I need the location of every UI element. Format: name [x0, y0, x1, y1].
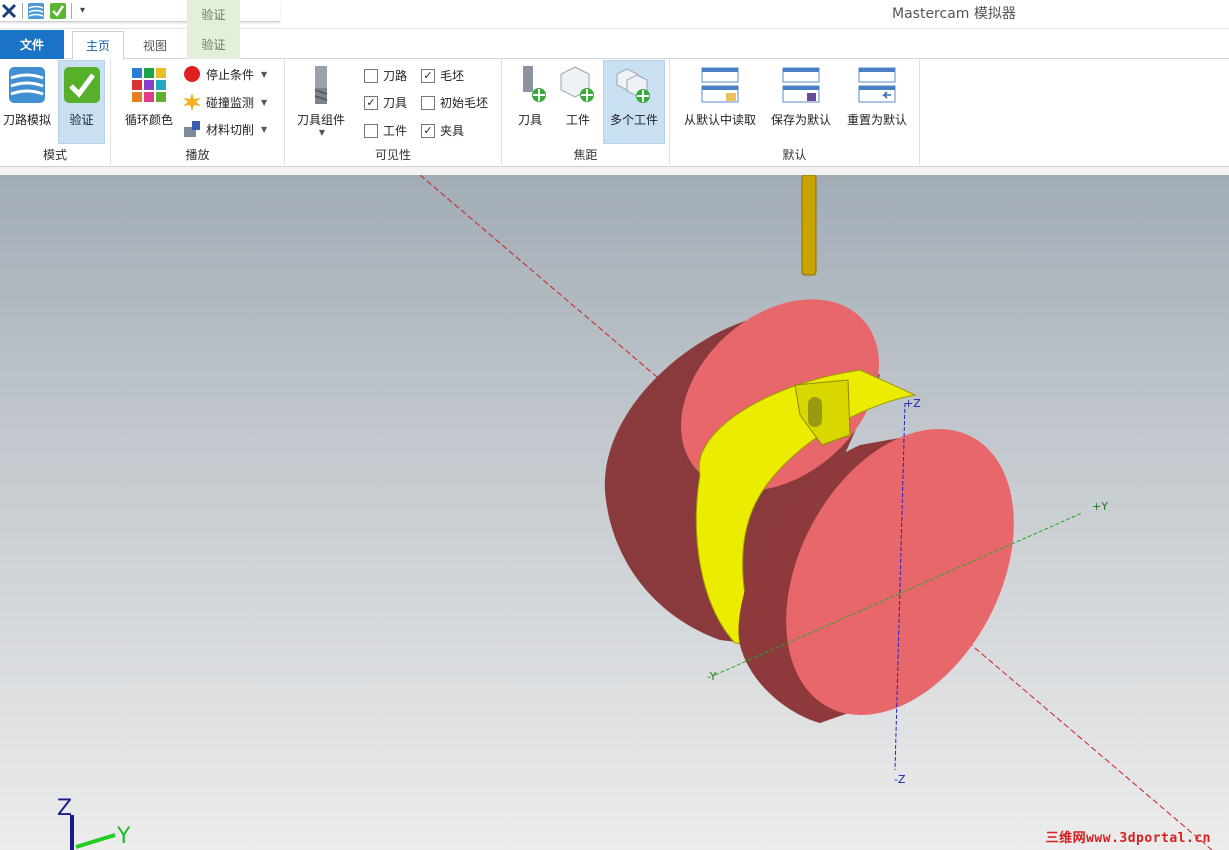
focus-workpiece-label: 工件: [565, 113, 590, 127]
ribbon: 刀路模拟 验证 模式 循环颜色 停止条件 ▼ 碰撞监测 ▼ 材料切削 ▼ 播放 …: [0, 59, 1229, 167]
checkbox-workpiece-label: 工件: [383, 124, 408, 138]
toolpath-sim-icon: [7, 65, 47, 105]
group-playback: 循环颜色 停止条件 ▼ 碰撞监测 ▼ 材料切削 ▼ 播放: [111, 59, 285, 165]
tab-verify[interactable]: 验证: [187, 29, 240, 59]
checkbox-tool[interactable]: ✓ 刀具: [364, 94, 407, 111]
ribbon-tabs: 文件 主页 视图 验证: [0, 29, 1229, 60]
axis-label-plus-z: +Z: [904, 397, 921, 410]
group-focus: 刀具 工件 多个工件 焦距: [502, 59, 670, 165]
material-cut-label: 材料切削: [206, 122, 255, 137]
checkbox-fixture-box[interactable]: ✓: [421, 123, 435, 138]
save-as-default-button[interactable]: 保存为默认: [766, 61, 836, 143]
group-playback-label: 播放: [185, 148, 210, 162]
context-tab-group-label: 验证: [187, 0, 240, 29]
checkbox-fixture-label: 夹具: [440, 124, 465, 138]
checkbox-initial-stock[interactable]: 初始毛坯: [421, 94, 488, 111]
verify-label: 验证: [69, 113, 94, 127]
app-title: Mastercam 模拟器: [892, 6, 1016, 22]
collision-detection-label: 碰撞监测: [206, 95, 255, 110]
load-from-default-label: 从默认中读取: [683, 113, 756, 127]
collision-detection-button[interactable]: 碰撞监测 ▼: [183, 93, 267, 111]
save-as-default-label: 保存为默认: [770, 113, 831, 127]
stop-sign-icon: [184, 66, 200, 82]
tab-home[interactable]: 主页: [72, 31, 124, 60]
focus-tool-icon: [510, 65, 550, 105]
watermark: 三维网www.3dportal.cn: [1045, 831, 1211, 846]
group-mode: 刀路模拟 验证 模式: [0, 59, 111, 165]
checkbox-tool-box[interactable]: ✓: [364, 95, 378, 110]
reset-default-icon: [857, 65, 897, 105]
checkbox-fixture[interactable]: ✓ 夹具: [421, 122, 464, 139]
stop-conditions-button[interactable]: 停止条件 ▼: [183, 65, 267, 83]
focus-workpiece-icon: [558, 65, 598, 105]
collision-burst-icon: [183, 93, 201, 111]
load-default-icon: [700, 65, 740, 105]
qat-separator: [22, 2, 23, 19]
checkbox-workpiece[interactable]: 工件: [364, 122, 407, 139]
qat-separator-2: [71, 2, 72, 19]
group-visibility: 刀具组件 ▼ 刀路 ✓ 毛坯 ✓ 刀具 初始毛坯 工件 ✓ 夹具 可见性: [285, 59, 502, 165]
focus-multiple-workpieces-label: 多个工件: [609, 113, 658, 127]
material-cut-button[interactable]: 材料切削 ▼: [183, 120, 267, 138]
focus-tool-button[interactable]: 刀具: [508, 61, 552, 143]
checkbox-stock-label: 毛坯: [440, 69, 465, 83]
axis-label-plus-y: +Y: [1092, 500, 1108, 513]
chevron-down-icon: ▼: [318, 128, 326, 137]
group-defaults-label: 默认: [782, 148, 807, 162]
tab-file[interactable]: 文件: [0, 30, 64, 59]
save-default-icon: [781, 65, 821, 105]
color-grid-icon: [129, 65, 169, 105]
mastercam-logo-icon[interactable]: [0, 2, 18, 20]
chevron-down-icon: ▼: [261, 124, 268, 134]
stop-conditions-label: 停止条件: [206, 67, 255, 82]
scene-svg: +Z -Z +Y -Y Z Y: [57, 175, 1213, 850]
material-cut-icon: [184, 121, 200, 137]
group-defaults: 从默认中读取 保存为默认 重置为默认 默认: [670, 59, 920, 165]
checkbox-toolpath[interactable]: 刀路: [364, 67, 407, 84]
qat-dropdown-icon[interactable]: ▾: [80, 5, 85, 16]
tool-assembly-label: 刀具组件: [296, 113, 345, 127]
toolpath-sim-button[interactable]: 刀路模拟: [0, 61, 54, 143]
checkbox-toolpath-box[interactable]: [364, 68, 378, 83]
verify-check-icon: [62, 65, 102, 105]
axis-label-minus-y: -Y: [707, 670, 717, 683]
load-from-default-button[interactable]: 从默认中读取: [678, 61, 762, 143]
verify-qat-icon[interactable]: [49, 2, 67, 20]
triad-y-label: Y: [116, 824, 131, 849]
fixture-slot-hole: [808, 397, 822, 427]
focus-workpiece-button[interactable]: 工件: [556, 61, 600, 143]
checkbox-stock[interactable]: ✓ 毛坯: [421, 67, 464, 84]
cycle-colors-button[interactable]: 循环颜色: [117, 61, 181, 143]
toolpath-sim-label: 刀路模拟: [2, 113, 51, 127]
checkbox-toolpath-label: 刀路: [383, 69, 408, 83]
verify-button[interactable]: 验证: [58, 60, 105, 144]
tab-view[interactable]: 视图: [128, 31, 182, 59]
checkbox-initial-stock-label: 初始毛坯: [440, 96, 489, 110]
view-triad: Z Y: [57, 796, 131, 850]
group-visibility-label: 可见性: [374, 148, 411, 162]
reset-to-default-button[interactable]: 重置为默认: [840, 61, 914, 143]
triad-z-label: Z: [57, 796, 72, 821]
focus-multiple-workpieces-icon: [614, 65, 654, 105]
axis-label-minus-z: -Z: [894, 773, 906, 786]
group-focus-label: 焦距: [573, 148, 598, 162]
focus-tool-label: 刀具: [517, 113, 542, 127]
tool-assembly-button[interactable]: 刀具组件 ▼: [291, 61, 351, 143]
chevron-down-icon: ▼: [261, 69, 268, 79]
group-mode-label: 模式: [42, 148, 67, 162]
tool-shank: [801, 175, 817, 276]
checkbox-workpiece-box[interactable]: [364, 123, 378, 138]
reset-to-default-label: 重置为默认: [846, 113, 907, 127]
title-bar: ▾ 验证 Mastercam 模拟器: [0, 0, 1229, 29]
end-mill-icon: [301, 65, 341, 105]
checkbox-initial-stock-box[interactable]: [421, 95, 435, 110]
chevron-down-icon: ▼: [261, 97, 268, 107]
focus-multiple-workpieces-button[interactable]: 多个工件: [603, 60, 665, 144]
simulation-viewport[interactable]: +Z -Z +Y -Y Z Y 三维网www.3dportal.cn: [0, 167, 1229, 850]
checkbox-stock-box[interactable]: ✓: [421, 68, 435, 83]
cycle-colors-label: 循环颜色: [124, 113, 173, 127]
checkbox-tool-label: 刀具: [383, 96, 408, 110]
toolpath-sim-qat-icon[interactable]: [27, 2, 45, 20]
